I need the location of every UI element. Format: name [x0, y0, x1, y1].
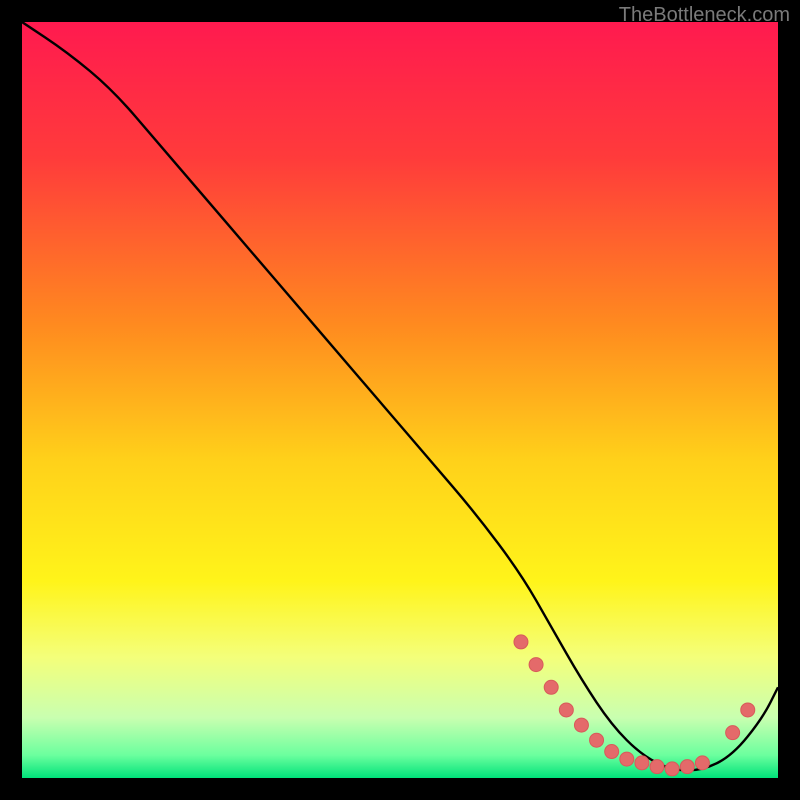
curve-marker [590, 733, 604, 747]
curve-marker [529, 658, 543, 672]
watermark-text: TheBottleneck.com [619, 4, 790, 27]
plot-area [22, 22, 778, 778]
curve-marker [605, 745, 619, 759]
curve-marker [559, 703, 573, 717]
curve-marker [726, 726, 740, 740]
curve-marker [741, 703, 755, 717]
bottleneck-chart [22, 22, 778, 778]
curve-marker [680, 760, 694, 774]
curve-marker [665, 762, 679, 776]
curve-marker [650, 760, 664, 774]
curve-marker [695, 756, 709, 770]
curve-marker [635, 756, 649, 770]
gradient-background [22, 22, 778, 778]
curve-marker [544, 680, 558, 694]
curve-marker [574, 718, 588, 732]
curve-marker [514, 635, 528, 649]
curve-marker [620, 752, 634, 766]
chart-container: TheBottleneck.com [0, 0, 800, 800]
